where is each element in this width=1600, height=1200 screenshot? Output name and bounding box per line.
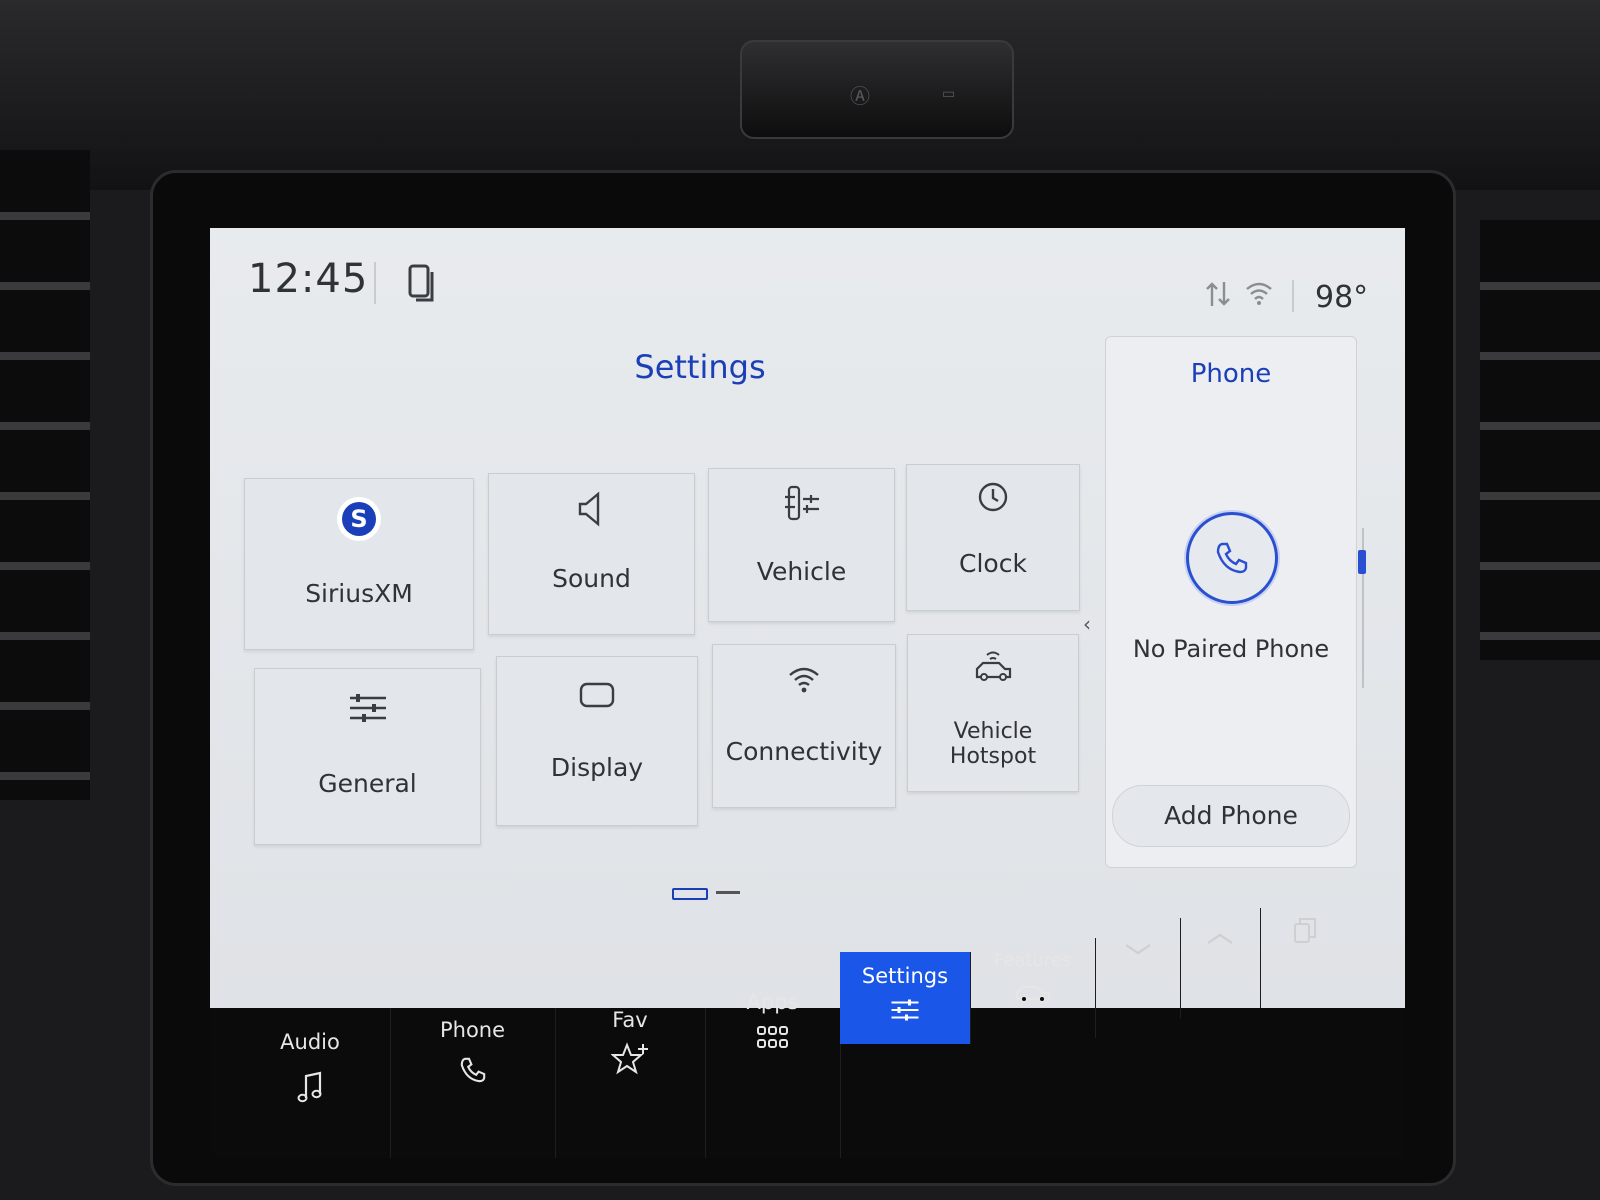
scrollbar-thumb[interactable] [1358,550,1366,574]
phone-panel: Phone No Paired Phone Add Phone [1105,336,1357,868]
nav-label: Apps [746,990,799,1014]
display-icon [497,681,697,709]
status-bar: 12:45 98° [210,228,1405,338]
wifi-icon [713,665,895,693]
chevron-up-icon [1180,932,1260,946]
chevron-down-icon [1095,942,1180,956]
status-divider [1292,280,1294,312]
phone-icon [1216,542,1248,574]
phone-panel-title: Phone [1190,359,1272,389]
outside-temperature: 98° [1315,280,1369,315]
tile-label: SiriusXM [305,579,413,608]
svg-text:S: S [350,505,367,533]
tile-label: Vehicle Hotspot [949,719,1037,769]
tile-general[interactable]: General [254,668,481,845]
page-dot-active[interactable] [672,888,708,900]
status-divider [374,262,376,304]
vehicle-hotspot-icon [908,649,1078,683]
air-vent-left [0,150,90,800]
tile-display[interactable]: Display [496,656,698,826]
auto-start-stop-icon: Ⓐ [850,84,870,108]
bottom-nav: Audio Phone Fav Apps Settings Features [210,908,1405,1158]
chevron-left-icon[interactable]: ‹ [1083,612,1091,636]
grid-icon [705,1026,840,1050]
tile-label: Display [550,753,644,782]
clock-time: 12:45 [248,256,369,302]
data-transfer-icon [1205,280,1231,312]
nav-phone[interactable]: Phone [390,1008,556,1158]
nav-label: Fav [612,1008,648,1032]
tile-siriusxm[interactable]: S SiriusXM [244,478,474,650]
tile-vehicle-hotspot[interactable]: Vehicle Hotspot [907,634,1079,792]
page-dot[interactable] [716,891,740,894]
phone-status: No Paired Phone [1132,635,1330,663]
nav-apps[interactable]: Apps [705,990,841,1158]
tile-clock[interactable]: Clock [906,464,1080,611]
wifi-signal-icon [1245,280,1273,310]
tile-label: General [318,769,417,798]
tile-label: Vehicle [756,557,847,586]
tile-label: Connectivity [725,737,883,766]
nav-label: Audio [280,1030,340,1054]
sliders-icon [255,693,480,723]
copy-windows-icon [1260,916,1350,944]
vehicle-settings-icon [709,485,894,521]
call-button[interactable] [1186,512,1278,604]
nav-label: Features [993,950,1072,971]
truck-icon [970,982,1095,1004]
tile-connectivity[interactable]: Connectivity [712,644,896,808]
nav-fav[interactable]: Fav [555,1008,706,1158]
star-plus-icon [555,1042,705,1076]
sliders-icon [840,998,970,1022]
settings-view: 12:45 98° Settings S SiriusXM Sound Vehi… [210,228,1405,1008]
tile-label: Clock [959,549,1027,578]
phone-projection-icon[interactable] [408,264,438,308]
nav-settings[interactable]: Settings [840,952,971,1044]
nav-label: Phone [439,1018,506,1042]
speaker-icon [489,490,694,528]
siriusxm-logo-icon: S [245,495,473,543]
clock-icon [907,481,1079,513]
off-indicator-icon: ▭ [942,86,956,102]
phone-icon [390,1054,555,1086]
nav-label: Settings [861,964,949,988]
nav-collapse-button[interactable] [1095,918,1181,1018]
tile-sound[interactable]: Sound [488,473,695,635]
nav-audio[interactable]: Audio [230,1008,391,1158]
nav-features[interactable]: Features [970,938,1096,1038]
air-vent-right [1480,220,1600,660]
add-phone-button[interactable]: Add Phone [1112,785,1350,847]
nav-windows-button[interactable] [1260,898,1350,998]
infotainment-screen: 12:45 98° Settings S SiriusXM Sound Vehi… [210,228,1405,1158]
music-note-icon [230,1070,390,1104]
page-title: Settings [634,348,766,386]
tile-label: Sound [552,564,631,593]
auto-start-stop-switch[interactable]: Ⓐ ▭ [740,40,1014,139]
tile-vehicle[interactable]: Vehicle [708,468,895,622]
nav-expand-button[interactable] [1180,908,1261,1008]
